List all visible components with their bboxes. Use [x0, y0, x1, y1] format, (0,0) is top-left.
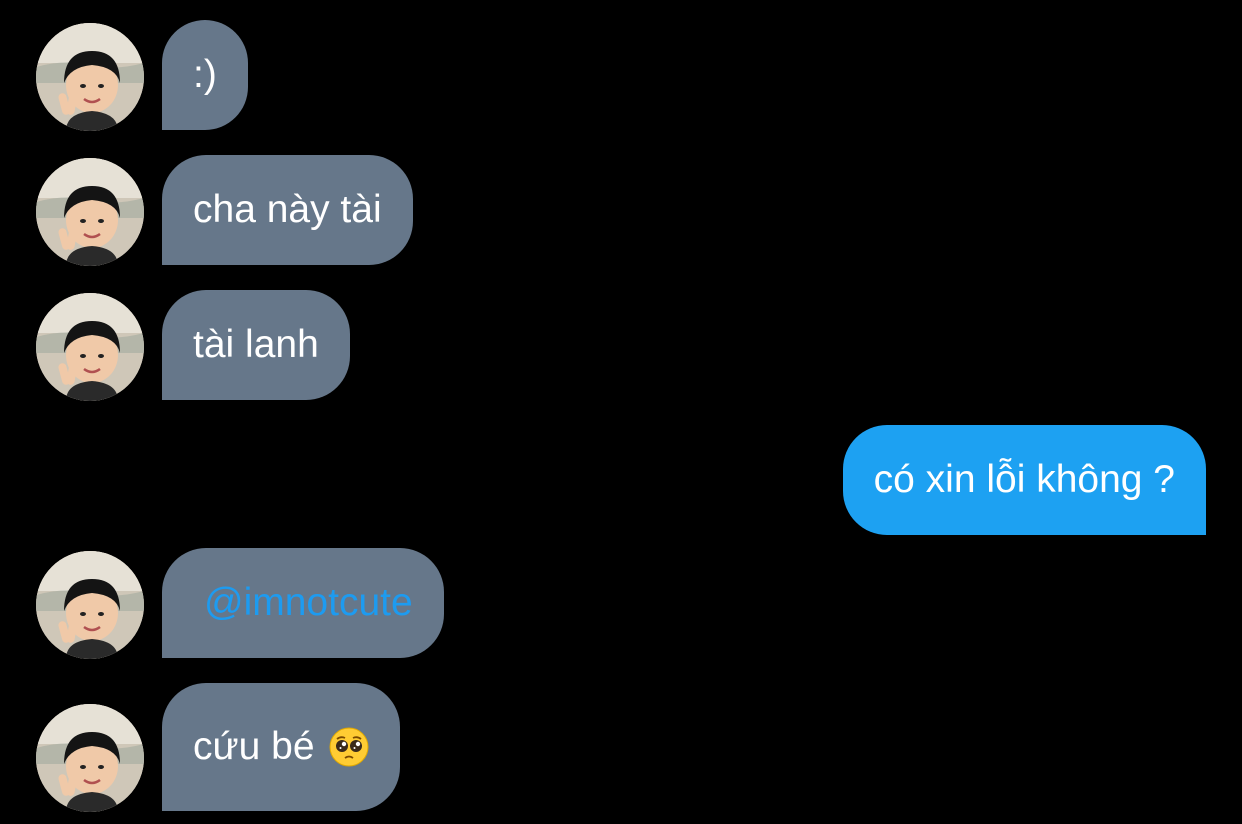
message-text: :): [193, 53, 217, 96]
incoming-message-bubble[interactable]: tài lanh: [162, 290, 350, 400]
message-text: tài lanh: [193, 323, 319, 366]
message-text: cứu bé: [193, 725, 315, 768]
child-photo-avatar-icon: [36, 551, 144, 659]
incoming-message-bubble[interactable]: :): [162, 20, 248, 130]
avatar[interactable]: [36, 704, 144, 812]
outgoing-message-bubble[interactable]: có xin lỗi không ?: [842, 425, 1206, 535]
avatar[interactable]: [36, 551, 144, 659]
incoming-message-bubble[interactable]: cha này tài: [162, 155, 413, 265]
child-photo-avatar-icon: [36, 158, 144, 266]
message-text: cha này tài: [193, 188, 382, 231]
incoming-message-bubble[interactable]: cứu bé: [162, 683, 400, 811]
mention-link[interactable]: @imnotcute: [204, 581, 413, 625]
child-photo-avatar-icon: [36, 23, 144, 131]
message-text: có xin lỗi không ?: [873, 458, 1175, 501]
avatar[interactable]: [36, 293, 144, 401]
child-photo-avatar-icon: [36, 293, 144, 401]
incoming-message-bubble[interactable]: @imnotcute: [162, 548, 444, 658]
avatar[interactable]: [36, 23, 144, 131]
pleading-face-emoji-icon: [329, 727, 369, 767]
avatar[interactable]: [36, 158, 144, 266]
chat-thread: :) cha này tài tài lanh có xin lỗi không…: [0, 0, 1242, 824]
child-photo-avatar-icon: [36, 704, 144, 812]
